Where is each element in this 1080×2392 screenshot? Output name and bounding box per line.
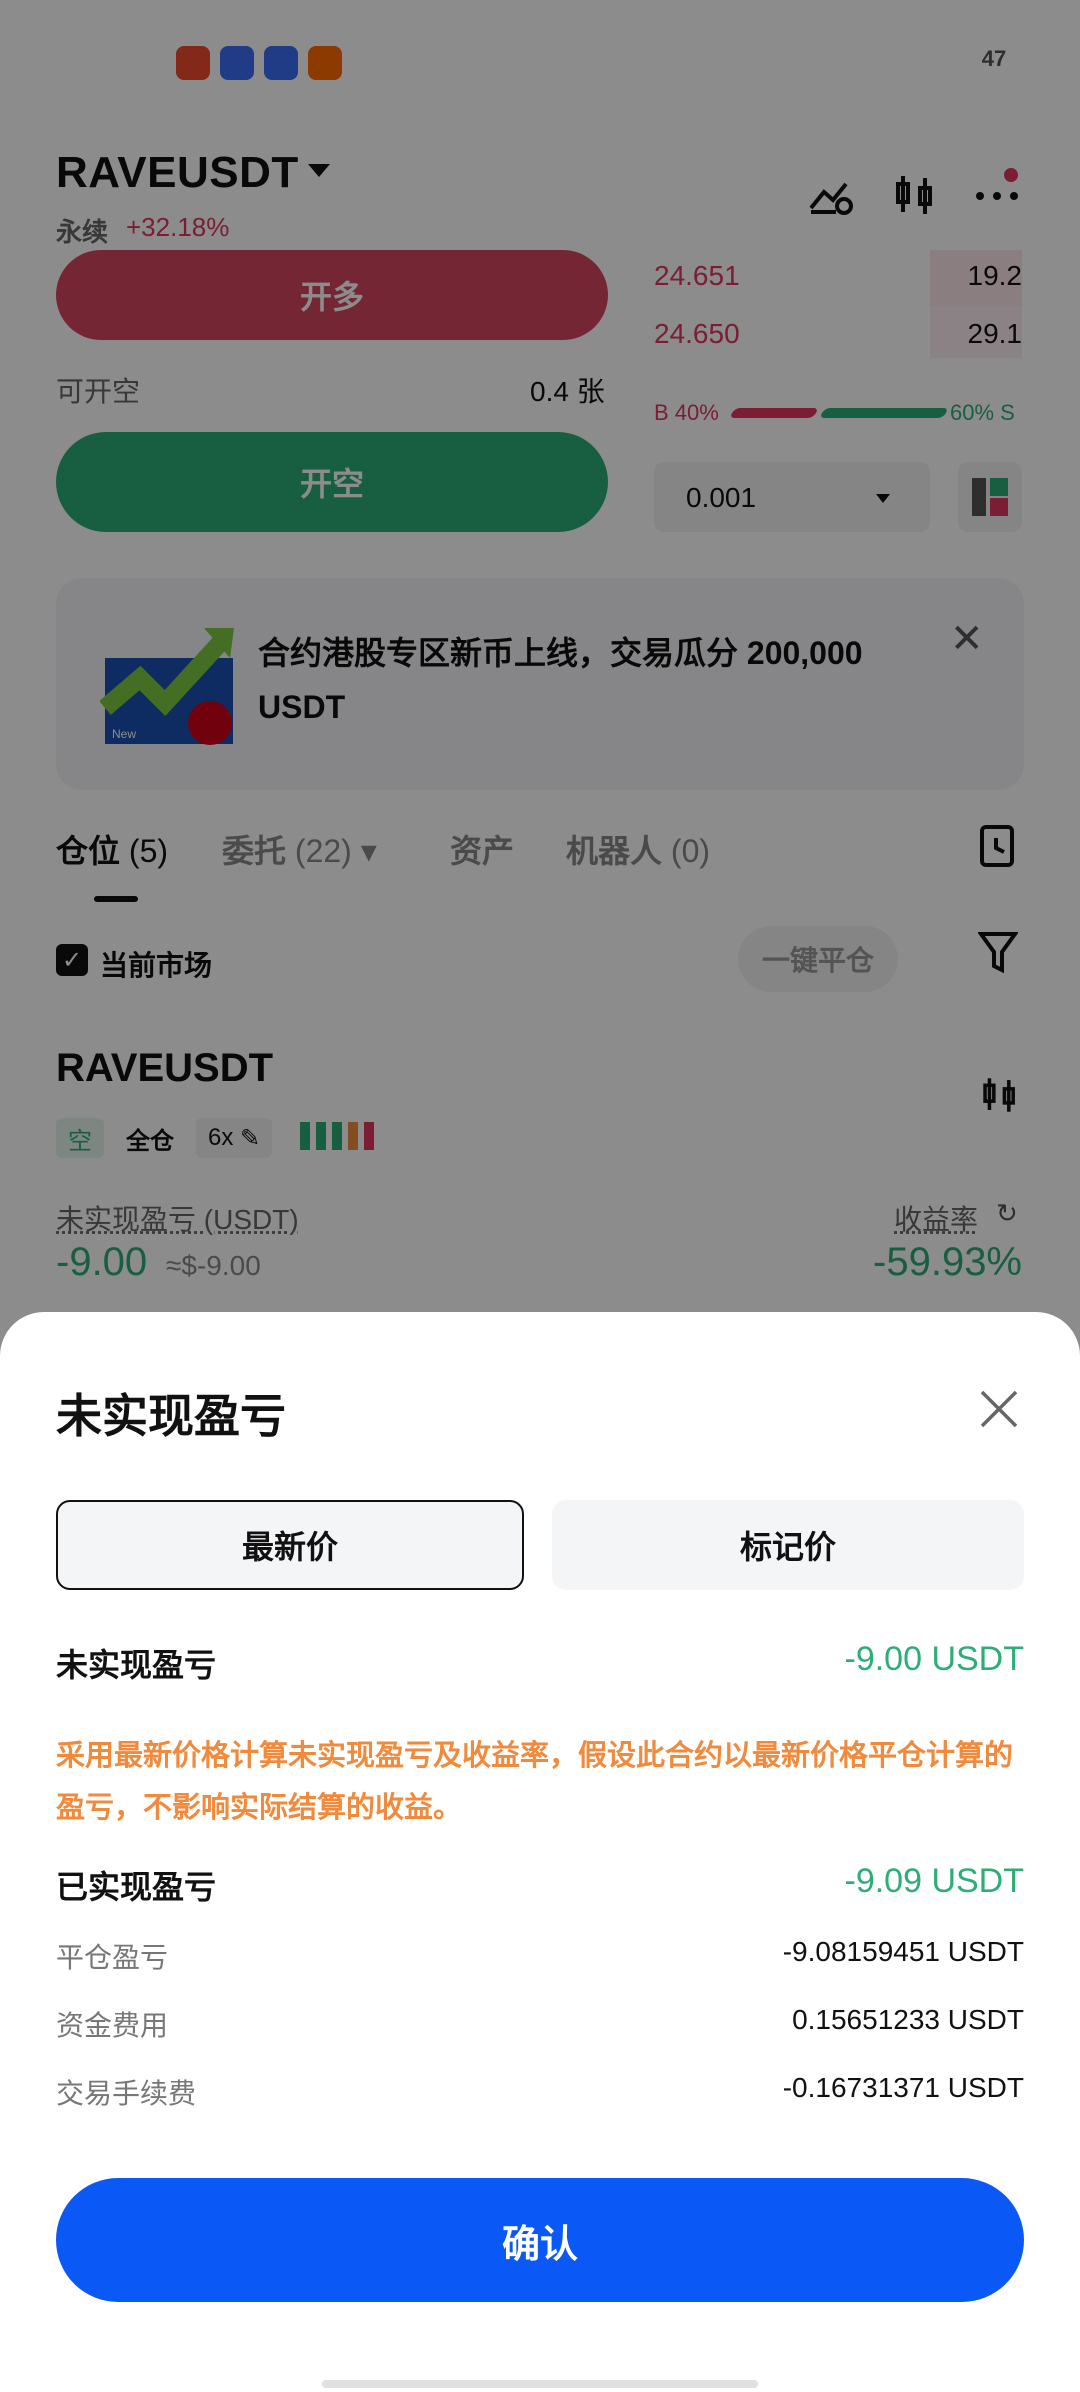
home-indicator[interactable] [322, 2380, 758, 2388]
calculation-note: 采用最新价格计算未实现盈亏及收益率，假设此合约以最新价格平仓计算的盈亏，不影响实… [56, 1740, 1014, 1824]
funding-fee-label: 资金费用 [56, 2010, 169, 2041]
latest-price-tab[interactable]: 最新价 [56, 1500, 524, 1590]
mark-price-tab[interactable]: 标记价 [552, 1500, 1024, 1590]
trading-fee-label: 交易手续费 [56, 2078, 197, 2109]
unrealized-pnl-title: 未实现盈亏 [56, 1647, 217, 1683]
funding-fee-value: 0.15651233 USDT [792, 2004, 1024, 2035]
unrealized-pnl-amount: -9.00 USDT [844, 1640, 1025, 1678]
close-pnl-value: -9.08159451 USDT [782, 1936, 1024, 1967]
confirm-button[interactable]: 确认 [56, 2178, 1024, 2302]
trading-fee-value: -0.16731371 USDT [782, 2072, 1024, 2103]
close-icon[interactable] [976, 1386, 1022, 1432]
close-pnl-label: 平仓盈亏 [56, 1942, 169, 1973]
realized-pnl-title: 已实现盈亏 [56, 1869, 217, 1905]
realized-pnl-amount: -9.09 USDT [844, 1862, 1025, 1900]
sheet-title: 未实现盈亏 [56, 1390, 286, 1442]
trading-screen: 08:12 ◔ 5G ▂▄▆█ 5G ▂▄▆█ ◠ 47 RAVEUSDT 永续… [0, 0, 1080, 2392]
